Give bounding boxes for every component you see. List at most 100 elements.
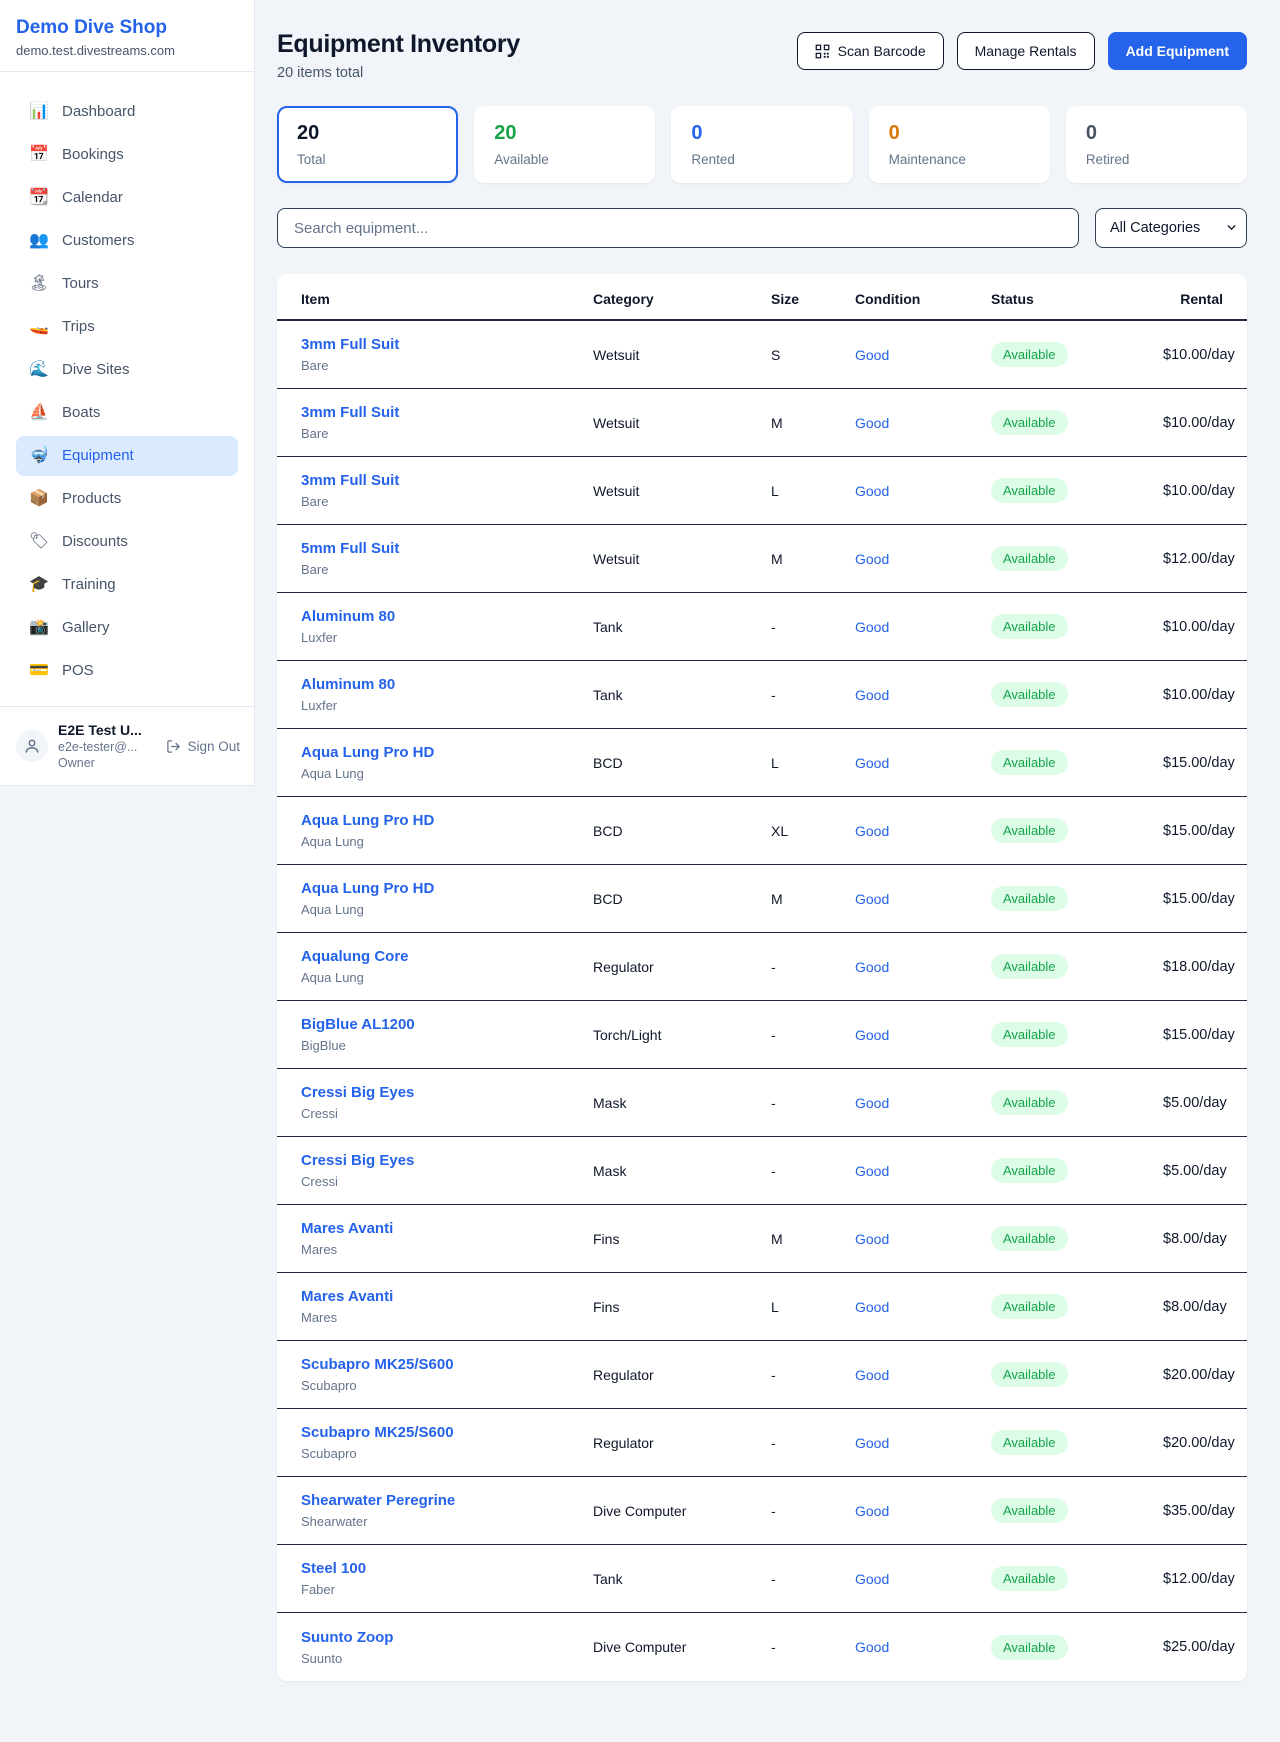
item-name-link[interactable]: Cressi Big Eyes xyxy=(301,1084,593,1101)
sidebar-item-label: Trips xyxy=(62,317,95,337)
condition-link[interactable]: Good xyxy=(855,1299,991,1315)
condition-link[interactable]: Good xyxy=(855,1231,991,1247)
sidebar-item-products[interactable]: 📦 Products xyxy=(16,479,238,519)
sidebar-item-boats[interactable]: ⛵ Boats xyxy=(16,393,238,433)
sidebar-item-discounts[interactable]: 🏷 Discounts xyxy=(16,522,238,562)
condition-link[interactable]: Good xyxy=(855,1571,991,1587)
item-name-link[interactable]: Aluminum 80 xyxy=(301,608,593,625)
item-name-link[interactable]: Mares Avanti xyxy=(301,1288,593,1305)
brand-name[interactable]: Demo Dive Shop xyxy=(16,17,238,39)
condition-link[interactable]: Good xyxy=(855,1639,991,1655)
table-row: 3mm Full Suit Bare Wetsuit S Good Availa… xyxy=(277,321,1247,389)
item-name-link[interactable]: Aqua Lung Pro HD xyxy=(301,744,593,761)
sidebar-item-label: Calendar xyxy=(62,188,123,208)
category-cell: Regulator xyxy=(593,1435,771,1451)
item-name-link[interactable]: Aqua Lung Pro HD xyxy=(301,812,593,829)
item-name-link[interactable]: Aluminum 80 xyxy=(301,676,593,693)
sign-out-button[interactable]: Sign Out xyxy=(166,739,240,754)
item-cell: Mares Avanti Mares xyxy=(301,1288,593,1325)
stat-card-retired[interactable]: 0 Retired xyxy=(1066,106,1247,183)
item-name-link[interactable]: BigBlue AL1200 xyxy=(301,1016,593,1033)
sidebar-item-pos[interactable]: 💳 POS xyxy=(16,651,238,691)
category-select[interactable]: All Categories xyxy=(1095,208,1247,248)
stat-card-rented[interactable]: 0 Rented xyxy=(671,106,852,183)
status-cell: Available xyxy=(991,1226,1163,1251)
size-cell: M xyxy=(771,415,855,431)
item-name-link[interactable]: 3mm Full Suit xyxy=(301,404,593,421)
item-name-link[interactable]: 5mm Full Suit xyxy=(301,540,593,557)
condition-link[interactable]: Good xyxy=(855,823,991,839)
products-icon: 📦 xyxy=(28,489,50,509)
condition-link[interactable]: Good xyxy=(855,959,991,975)
sidebar-item-training[interactable]: 🎓 Training xyxy=(16,565,238,605)
rental-cell: $10.00/day xyxy=(1163,415,1235,431)
sidebar-item-dive-sites[interactable]: 🌊 Dive Sites xyxy=(16,350,238,390)
sidebar-item-trips[interactable]: 🚤 Trips xyxy=(16,307,238,347)
item-brand: Aqua Lung xyxy=(301,766,593,781)
condition-link[interactable]: Good xyxy=(855,1435,991,1451)
item-name-link[interactable]: Scubapro MK25/S600 xyxy=(301,1424,593,1441)
condition-link[interactable]: Good xyxy=(855,687,991,703)
status-badge: Available xyxy=(991,410,1068,435)
status-badge: Available xyxy=(991,1226,1068,1251)
status-cell: Available xyxy=(991,1158,1163,1183)
add-equipment-button[interactable]: Add Equipment xyxy=(1108,32,1247,70)
sidebar-item-label: Customers xyxy=(62,231,135,251)
scan-barcode-button[interactable]: Scan Barcode xyxy=(797,32,944,70)
sidebar-item-dashboard[interactable]: 📊 Dashboard xyxy=(16,92,238,132)
status-badge: Available xyxy=(991,682,1068,707)
condition-link[interactable]: Good xyxy=(855,755,991,771)
item-brand: Mares xyxy=(301,1310,593,1325)
stat-card-total[interactable]: 20 Total xyxy=(277,106,458,183)
item-name-link[interactable]: 3mm Full Suit xyxy=(301,336,593,353)
item-name-link[interactable]: Suunto Zoop xyxy=(301,1629,593,1646)
condition-link[interactable]: Good xyxy=(855,619,991,635)
item-name-link[interactable]: Cressi Big Eyes xyxy=(301,1152,593,1169)
table-row: 3mm Full Suit Bare Wetsuit M Good Availa… xyxy=(277,389,1247,457)
item-cell: 3mm Full Suit Bare xyxy=(301,472,593,509)
condition-link[interactable]: Good xyxy=(855,483,991,499)
sidebar-item-bookings[interactable]: 📅 Bookings xyxy=(16,135,238,175)
stat-card-available[interactable]: 20 Available xyxy=(474,106,655,183)
category-cell: Mask xyxy=(593,1163,771,1179)
table-row: Aqua Lung Pro HD Aqua Lung BCD L Good Av… xyxy=(277,729,1247,797)
status-cell: Available xyxy=(991,478,1163,503)
item-name-link[interactable]: Aqualung Core xyxy=(301,948,593,965)
item-name-link[interactable]: Steel 100 xyxy=(301,1560,593,1577)
filter-row: All Categories xyxy=(277,208,1247,248)
item-name-link[interactable]: Scubapro MK25/S600 xyxy=(301,1356,593,1373)
stat-card-maintenance[interactable]: 0 Maintenance xyxy=(869,106,1050,183)
condition-link[interactable]: Good xyxy=(855,1367,991,1383)
item-cell: 3mm Full Suit Bare xyxy=(301,336,593,373)
equipment-icon: 🤿 xyxy=(28,446,50,466)
sidebar-item-equipment[interactable]: 🤿 Equipment xyxy=(16,436,238,476)
condition-link[interactable]: Good xyxy=(855,1503,991,1519)
manage-rentals-button[interactable]: Manage Rentals xyxy=(957,32,1095,70)
condition-link[interactable]: Good xyxy=(855,891,991,907)
condition-link[interactable]: Good xyxy=(855,1095,991,1111)
rental-cell: $15.00/day xyxy=(1163,1027,1235,1043)
condition-link[interactable]: Good xyxy=(855,1027,991,1043)
sidebar-item-gallery[interactable]: 📸 Gallery xyxy=(16,608,238,648)
condition-link[interactable]: Good xyxy=(855,551,991,567)
condition-link[interactable]: Good xyxy=(855,1163,991,1179)
search-input[interactable] xyxy=(277,208,1079,248)
size-cell: - xyxy=(771,1163,855,1179)
column-header-rental: Rental xyxy=(1163,291,1223,307)
stat-value: 20 xyxy=(494,122,635,145)
page-header: Equipment Inventory 20 items total Scan … xyxy=(277,30,1247,81)
item-name-link[interactable]: Aqua Lung Pro HD xyxy=(301,880,593,897)
sidebar-item-tours[interactable]: 🏝 Tours xyxy=(16,264,238,304)
sidebar-item-customers[interactable]: 👥 Customers xyxy=(16,221,238,261)
table-row: Aqualung Core Aqua Lung Regulator - Good… xyxy=(277,933,1247,1001)
item-name-link[interactable]: Shearwater Peregrine xyxy=(301,1492,593,1509)
item-name-link[interactable]: 3mm Full Suit xyxy=(301,472,593,489)
table-row: Aluminum 80 Luxfer Tank - Good Available… xyxy=(277,661,1247,729)
sidebar-item-calendar[interactable]: 📆 Calendar xyxy=(16,178,238,218)
category-cell: Mask xyxy=(593,1095,771,1111)
condition-link[interactable]: Good xyxy=(855,347,991,363)
item-name-link[interactable]: Mares Avanti xyxy=(301,1220,593,1237)
condition-link[interactable]: Good xyxy=(855,415,991,431)
item-brand: Faber xyxy=(301,1582,593,1597)
size-cell: - xyxy=(771,1639,855,1655)
